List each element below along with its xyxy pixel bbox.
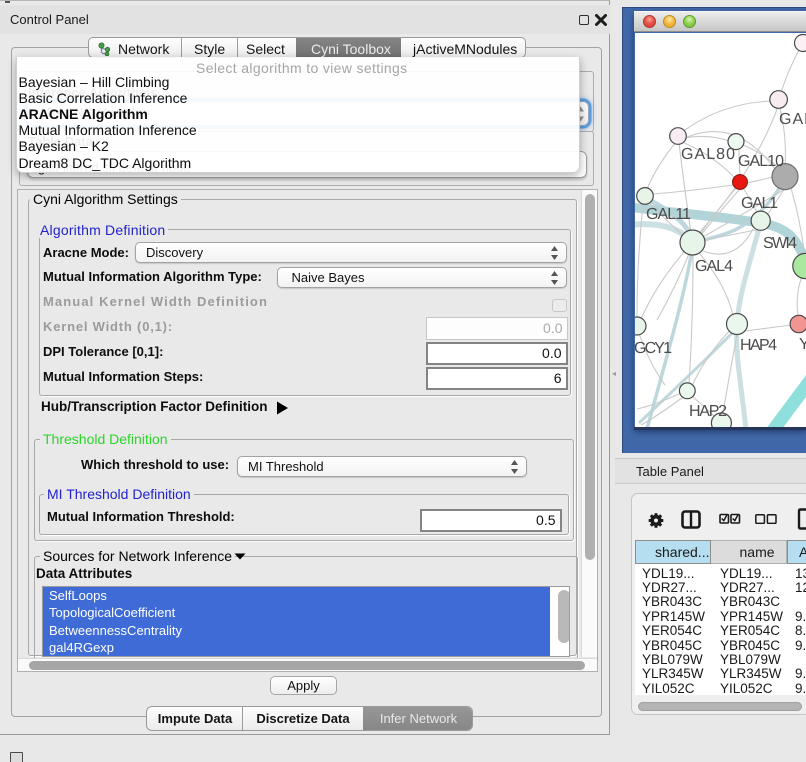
svg-text:GCY1: GCY1	[635, 340, 672, 357]
svg-text:Y: Y	[799, 336, 806, 353]
svg-text:GAL1: GAL1	[741, 195, 778, 212]
svg-text:SWI4: SWI4	[763, 235, 797, 252]
svg-text:HAP4: HAP4	[740, 337, 777, 354]
svg-text:GAL7: GAL7	[779, 111, 806, 128]
svg-text:GAL11: GAL11	[646, 206, 691, 223]
svg-text:GAL4: GAL4	[695, 258, 733, 275]
svg-text:GAL10: GAL10	[738, 153, 784, 170]
svg-text:HAP2: HAP2	[689, 403, 727, 420]
svg-text:GAL80: GAL80	[681, 146, 735, 163]
